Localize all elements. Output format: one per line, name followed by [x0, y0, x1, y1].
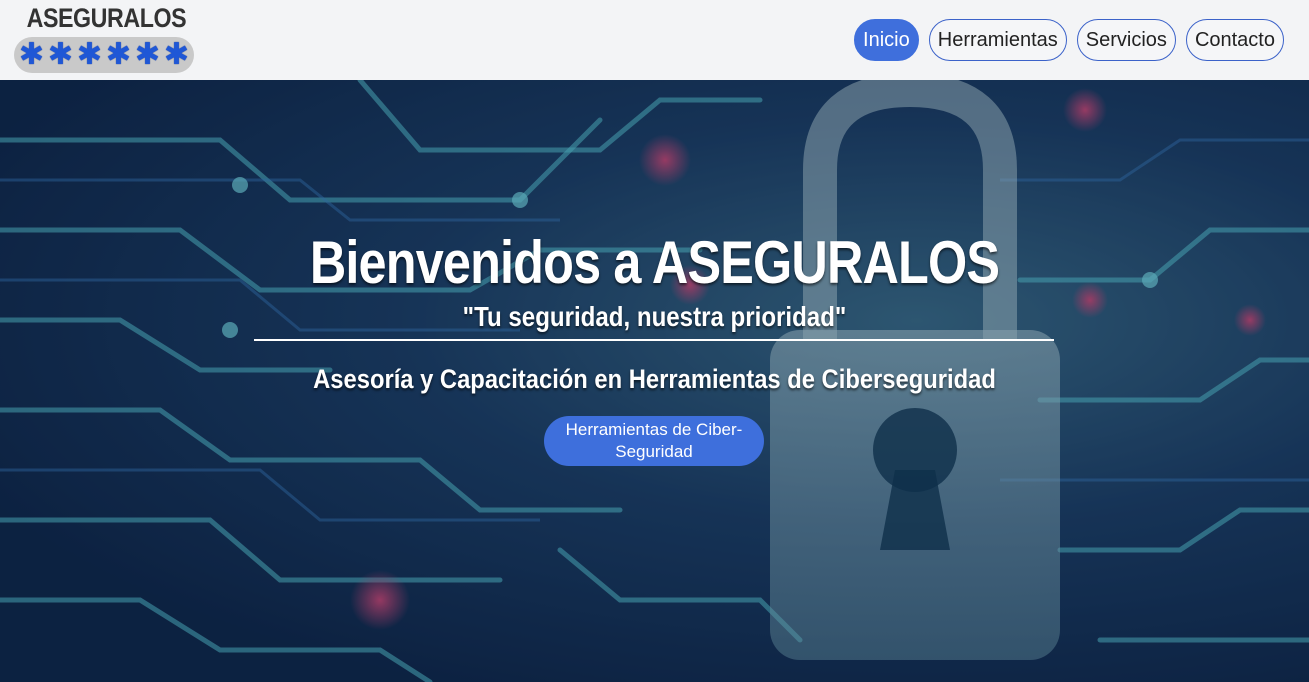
site-logo[interactable]: ASEGURALOS ✱ ✱ ✱ ✱ ✱ ✱ [14, 2, 194, 74]
nav-link-herramientas[interactable]: Herramientas [928, 19, 1067, 61]
asterisk-icon: ✱ [47, 37, 74, 72]
nav-link-servicios[interactable]: Servicios [1076, 19, 1176, 61]
cyber-tools-button[interactable]: Herramientas de Ciber-Seguridad [544, 416, 764, 466]
nav-link-inicio[interactable]: Inicio [854, 19, 919, 61]
main-nav: Inicio Herramientas Servicios Contacto [854, 19, 1284, 61]
logo-text: ASEGURALOS [26, 3, 187, 33]
nav-link-contacto[interactable]: Contacto [1185, 19, 1284, 61]
hero-title: Bienvenidos a ASEGURALOS [309, 229, 1000, 296]
hero-section: Bienvenidos a ASEGURALOS "Tu seguridad, … [0, 80, 1309, 682]
site-header: ASEGURALOS ✱ ✱ ✱ ✱ ✱ ✱ Inicio Herramient… [0, 0, 1309, 80]
logo-stars: ✱ ✱ ✱ ✱ ✱ ✱ [14, 37, 194, 73]
hero-subtitle: Asesoría y Capacitación en Herramientas … [313, 364, 996, 394]
asterisk-icon: ✱ [163, 37, 190, 72]
asterisk-icon: ✱ [18, 37, 45, 72]
hero-slogan: "Tu seguridad, nuestra prioridad" [462, 301, 847, 332]
hero-divider [254, 339, 1054, 341]
asterisk-icon: ✱ [134, 37, 161, 72]
asterisk-icon: ✱ [76, 37, 103, 72]
asterisk-icon: ✱ [105, 37, 132, 72]
